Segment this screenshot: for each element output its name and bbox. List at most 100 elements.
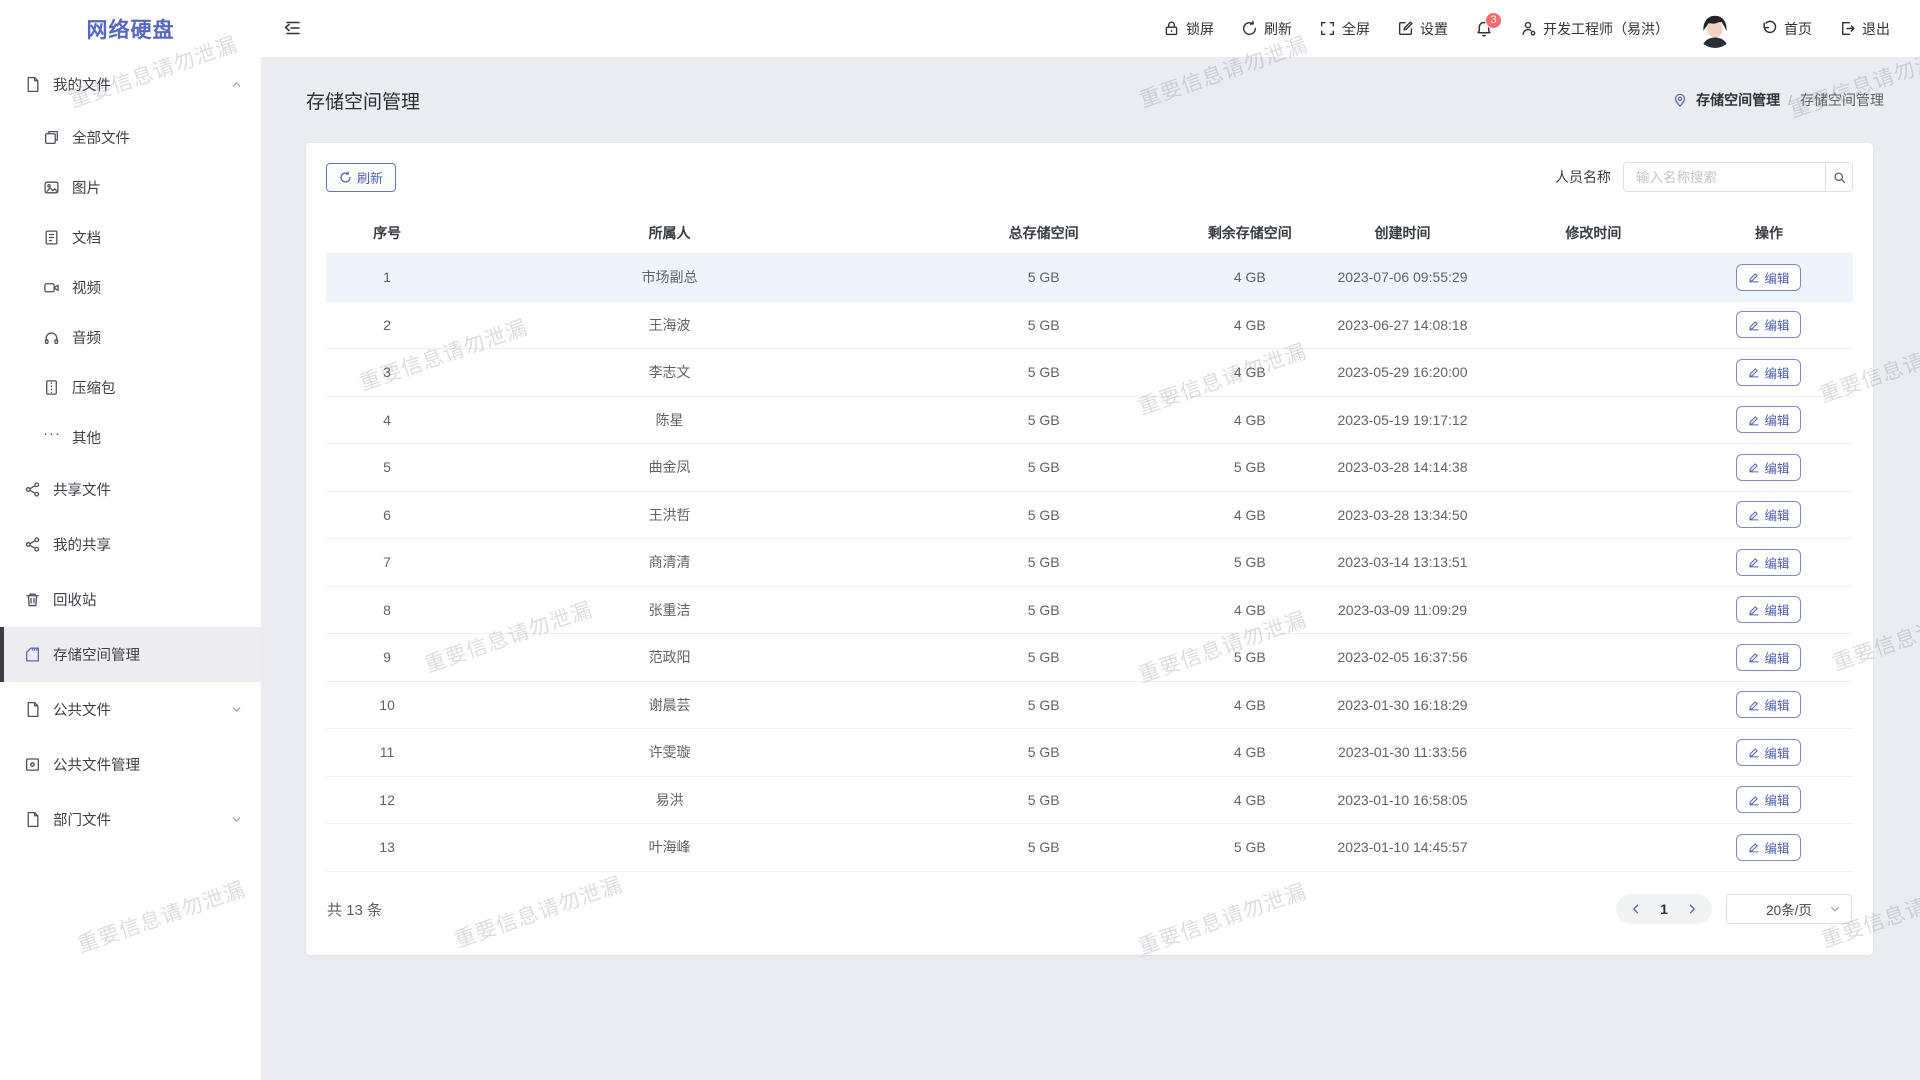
edit-pencil-icon [1748, 841, 1760, 853]
fullscreen-button[interactable]: 全屏 [1319, 19, 1370, 39]
edit-button[interactable]: 编辑 [1736, 739, 1801, 766]
sidebar-item-label: 我的文件 [53, 74, 111, 95]
search-icon [1832, 170, 1847, 185]
lock-screen-button[interactable]: 锁屏 [1163, 19, 1214, 39]
table-row: 10 谢晨芸 5 GB 4 GB 2023-01-30 16:18:29 编辑 [326, 682, 1853, 730]
column-header: 序号 [326, 223, 448, 243]
fullscreen-icon [1319, 20, 1336, 37]
share-icon [24, 481, 41, 498]
search-button[interactable] [1825, 163, 1852, 191]
chevron-down-icon [230, 703, 243, 716]
sidebar-item-documents[interactable]: 文档 [0, 212, 261, 262]
sidebar-item-department-files[interactable]: 部门文件 [0, 792, 261, 847]
sidebar-item-storage-management[interactable]: 存储空间管理 [0, 627, 261, 682]
table-row: 4 陈星 5 GB 4 GB 2023-05-19 19:17:12 编辑 [326, 397, 1853, 445]
table-row: 5 曲金凤 5 GB 5 GB 2023-03-28 14:14:38 编辑 [326, 444, 1853, 492]
edit-square-icon [1397, 20, 1414, 37]
page-size-select[interactable]: 20条/页 [1726, 894, 1852, 924]
ellipsis-icon: ··· [43, 429, 60, 446]
card-toolbar: 刷新 人员名称 [326, 162, 1853, 192]
total-count: 共 13 条 [327, 899, 382, 920]
sidebar-item-public-files[interactable]: 公共文件 [0, 682, 261, 737]
avatar-image [1696, 10, 1734, 48]
sidebar-item-archives[interactable]: 压缩包 [0, 362, 261, 412]
file-icon [24, 701, 41, 718]
table-row: 11 许雯璇 5 GB 4 GB 2023-01-30 11:33:56 编辑 [326, 729, 1853, 777]
edit-button[interactable]: 编辑 [1736, 644, 1801, 671]
lock-icon [1163, 20, 1180, 37]
refresh-icon [339, 171, 352, 184]
table-refresh-button[interactable]: 刷新 [326, 163, 396, 192]
sidebar-item-images[interactable]: 图片 [0, 162, 261, 212]
folder-settings-icon [24, 756, 41, 773]
edit-pencil-icon [1748, 746, 1760, 758]
sidebar-item-label: 全部文件 [72, 127, 130, 148]
sidebar-item-label: 图片 [72, 177, 101, 198]
notification-button[interactable]: 3 [1475, 20, 1493, 38]
prev-page-button[interactable] [1622, 894, 1650, 924]
search-input[interactable] [1624, 163, 1825, 191]
sidebar-item-public-file-management[interactable]: 公共文件管理 [0, 737, 261, 792]
files-icon [43, 129, 60, 146]
sidebar-item-label: 存储空间管理 [53, 644, 140, 665]
sidebar-item-shared-files[interactable]: 共享文件 [0, 462, 261, 517]
edit-button[interactable]: 编辑 [1736, 311, 1801, 338]
edit-button[interactable]: 编辑 [1736, 691, 1801, 718]
sidebar-item-my-shares[interactable]: 我的共享 [0, 517, 261, 572]
table-row: 1 市场副总 5 GB 4 GB 2023-07-06 09:55:29 编辑 [326, 254, 1853, 302]
zip-icon [43, 379, 60, 396]
next-page-button[interactable] [1678, 894, 1706, 924]
edit-button[interactable]: 编辑 [1736, 264, 1801, 291]
column-header: 修改时间 [1502, 223, 1685, 243]
sidebar: 网络硬盘 我的文件 全部文件 图片 文档 视频 音频 [0, 0, 261, 1080]
edit-pencil-icon [1748, 366, 1760, 378]
edit-pencil-icon [1748, 414, 1760, 426]
home-button[interactable]: 首页 [1761, 19, 1812, 39]
edit-button[interactable]: 编辑 [1736, 359, 1801, 386]
edit-button[interactable]: 编辑 [1736, 786, 1801, 813]
pagination: 1 20条/页 [1616, 894, 1852, 924]
breadcrumb-current: 存储空间管理 [1800, 90, 1884, 110]
storage-table: 序号 所属人 总存储空间 剩余存储空间 创建时间 修改时间 操作 1 市场副总 … [326, 212, 1853, 872]
edit-button[interactable]: 编辑 [1736, 549, 1801, 576]
sidebar-item-all-files[interactable]: 全部文件 [0, 112, 261, 162]
user-role-button[interactable]: 开发工程师（易洪） [1520, 19, 1669, 39]
table-row: 12 易洪 5 GB 4 GB 2023-01-10 16:58:05 编辑 [326, 777, 1853, 825]
edit-button[interactable]: 编辑 [1736, 834, 1801, 861]
sidebar-item-audio[interactable]: 音频 [0, 312, 261, 362]
breadcrumb-root[interactable]: 存储空间管理 [1696, 90, 1780, 110]
sidebar-fold-icon[interactable] [282, 19, 302, 39]
sidebar-item-label: 文档 [72, 227, 101, 248]
edit-pencil-icon [1748, 319, 1760, 331]
edit-button[interactable]: 编辑 [1736, 406, 1801, 433]
notification-badge: 3 [1485, 12, 1502, 29]
undo-arrow-icon [1761, 20, 1778, 37]
user-avatar[interactable] [1696, 10, 1734, 48]
sidebar-item-other[interactable]: ··· 其他 [0, 412, 261, 462]
edit-pencil-icon [1748, 461, 1760, 473]
refresh-icon [1241, 20, 1258, 37]
refresh-button[interactable]: 刷新 [1241, 19, 1292, 39]
breadcrumb-separator: / [1788, 92, 1792, 108]
sidebar-item-label: 视频 [72, 277, 101, 298]
column-header: 所属人 [448, 223, 891, 243]
table-row: 9 范政阳 5 GB 5 GB 2023-02-05 16:37:56 编辑 [326, 634, 1853, 682]
column-header: 总存储空间 [891, 223, 1196, 243]
edit-button[interactable]: 编辑 [1736, 454, 1801, 481]
logout-button[interactable]: 退出 [1839, 19, 1890, 39]
settings-button[interactable]: 设置 [1397, 19, 1448, 39]
edit-button[interactable]: 编辑 [1736, 501, 1801, 528]
current-page[interactable]: 1 [1650, 901, 1678, 917]
trash-icon [24, 591, 41, 608]
table-row: 8 张重洁 5 GB 4 GB 2023-03-09 11:09:29 编辑 [326, 587, 1853, 635]
sidebar-item-recycle-bin[interactable]: 回收站 [0, 572, 261, 627]
document-icon [43, 229, 60, 246]
sidebar-item-videos[interactable]: 视频 [0, 262, 261, 312]
sidebar-item-my-files[interactable]: 我的文件 [0, 57, 261, 112]
sidebar-item-label: 音频 [72, 327, 101, 348]
search-box [1623, 162, 1853, 192]
topbar: 锁屏 刷新 全屏 设置 3 开发工程师（易洪） [261, 0, 1920, 57]
edit-button[interactable]: 编辑 [1736, 596, 1801, 623]
sidebar-item-label: 压缩包 [72, 377, 116, 398]
logout-icon [1839, 20, 1856, 37]
